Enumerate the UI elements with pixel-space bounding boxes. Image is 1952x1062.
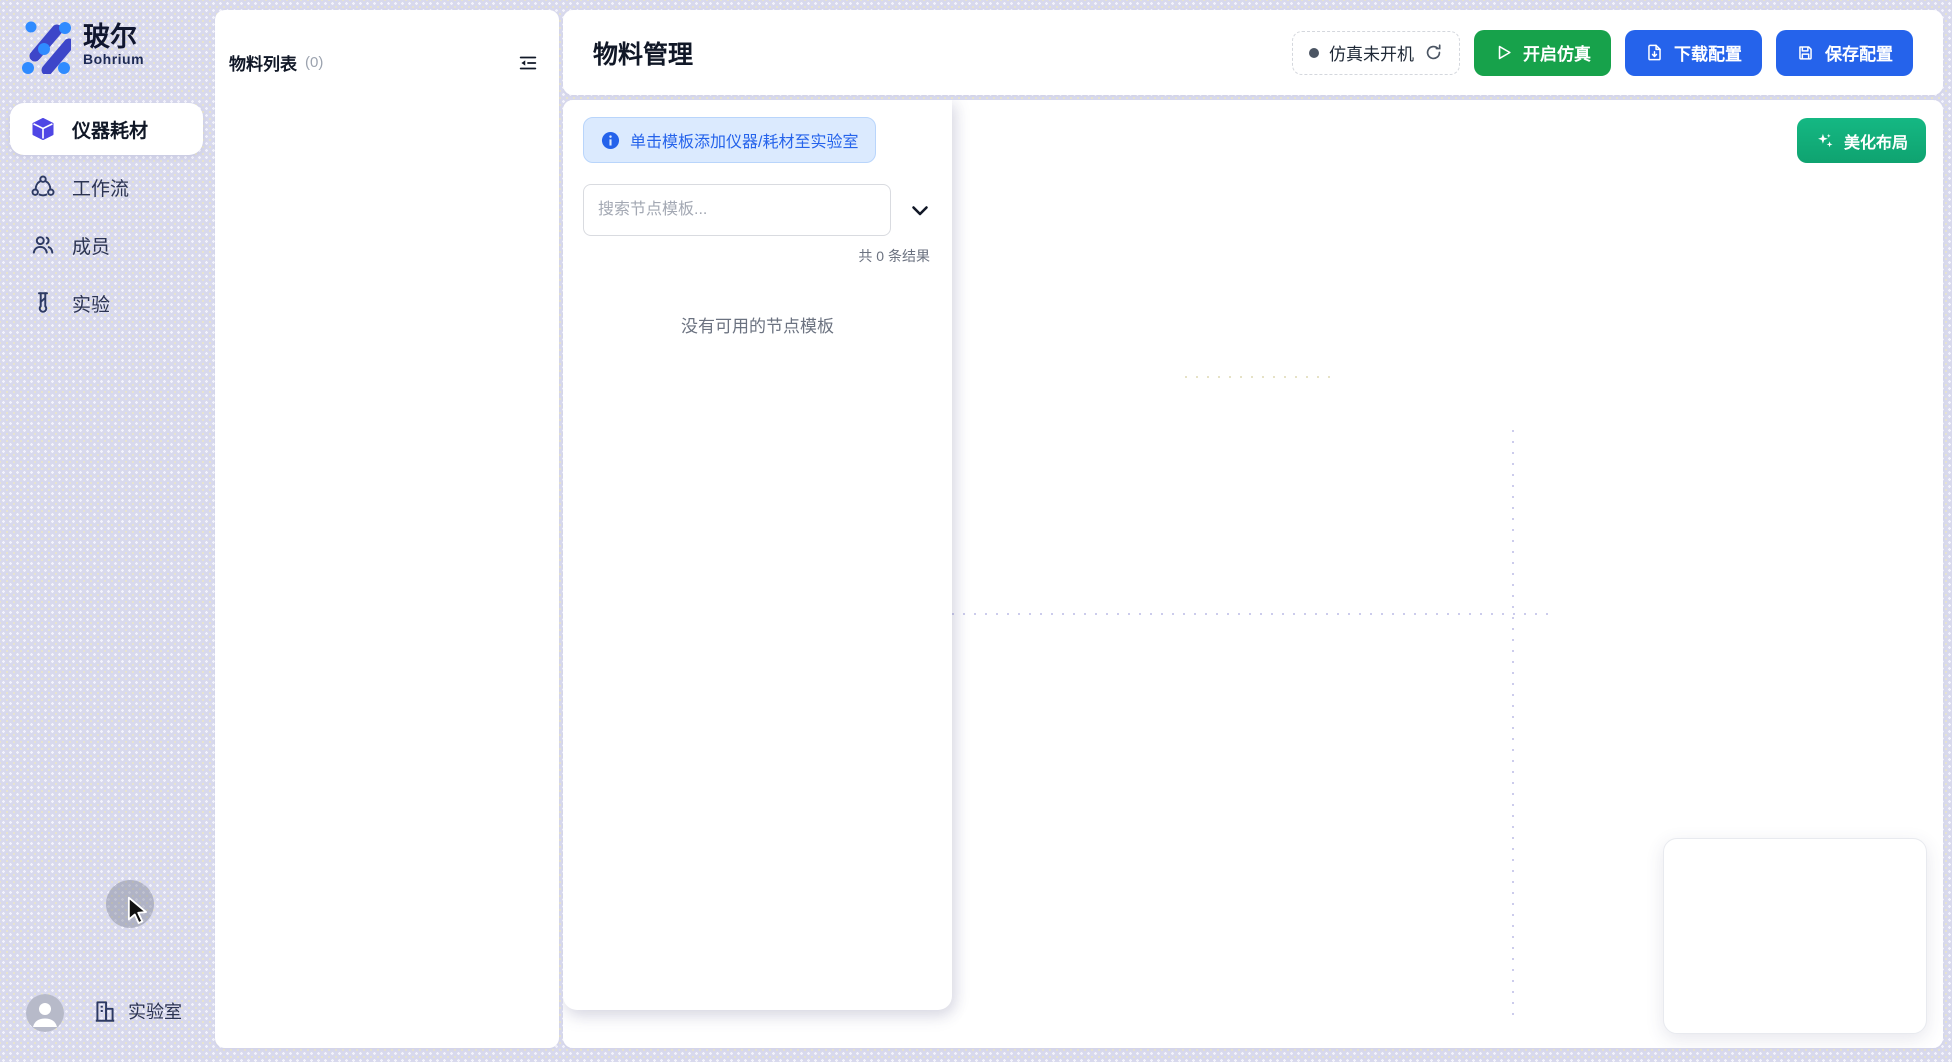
brand-logo[interactable]: 玻尔 Bohrium [13,16,144,74]
sidebar-item-members[interactable]: 成员 [10,219,203,271]
template-tip-text: 单击模板添加仪器/耗材至实验室 [630,128,858,152]
material-list-title: 物料列表 [229,50,297,75]
bohrium-logo-icon [13,16,71,74]
sidebar-item-label: 成员 [72,232,110,259]
download-config-button[interactable]: 下载配置 [1625,30,1762,76]
lab-link[interactable]: 实验室 [92,998,182,1024]
sidebar-item-experiments[interactable]: 实验 [10,277,203,329]
canvas-guide-vertical [1512,430,1514,1022]
cube-icon [30,116,56,142]
brand-subtitle: Bohrium [83,51,144,67]
template-panel: 单击模板添加仪器/耗材至实验室 共 0 条结果 没有可用的节点模板 [563,100,952,1010]
header-actions: 仿真未开机 开启仿真 下载配置 保存配置 [1292,30,1913,76]
simulation-status-label: 仿真未开机 [1329,40,1414,65]
info-icon [601,131,620,150]
lab-canvas[interactable]: 单击模板添加仪器/耗材至实验室 共 0 条结果 没有可用的节点模板 美化布局 [563,100,1943,1048]
simulation-status-chip[interactable]: 仿真未开机 [1292,31,1460,75]
chevron-down-icon[interactable] [908,198,932,222]
material-list-header: 物料列表 (0) [215,10,559,75]
workflow-icon [30,174,56,200]
page-title: 物料管理 [593,35,693,71]
play-icon [1494,43,1513,62]
test-tube-icon [30,290,56,316]
download-config-label: 下载配置 [1674,40,1742,65]
sparkles-icon [1815,131,1835,151]
template-search-row [583,184,932,236]
user-avatar-icon [26,994,64,1032]
sidebar-item-instruments[interactable]: 仪器耗材 [10,103,203,155]
canvas-guide-horizontal [952,613,1550,615]
refresh-icon[interactable] [1424,43,1443,62]
material-list-count: (0) [305,54,323,71]
page-header: 物料管理 仿真未开机 开启仿真 下载配置 [563,10,1943,95]
template-empty-text: 没有可用的节点模板 [563,312,952,337]
sidebar-footer: 实验室 [0,988,213,1040]
beautify-layout-button[interactable]: 美化布局 [1797,118,1926,163]
collapse-panel-icon[interactable] [517,52,539,74]
template-tip-banner: 单击模板添加仪器/耗材至实验室 [583,117,876,163]
canvas-guide-segment [1185,376,1335,378]
status-dot-icon [1309,48,1319,58]
sidebar-item-workflow[interactable]: 工作流 [10,161,203,213]
start-simulation-label: 开启仿真 [1523,40,1591,65]
save-config-label: 保存配置 [1825,40,1893,65]
sidebar-item-label: 实验 [72,290,110,317]
file-download-icon [1645,43,1664,62]
template-result-count: 共 0 条结果 [858,246,930,266]
members-icon [30,232,56,258]
save-config-button[interactable]: 保存配置 [1776,30,1913,76]
cursor-pointer [124,896,152,928]
material-list-panel: 物料列表 (0) [215,10,559,1048]
beautify-layout-label: 美化布局 [1844,129,1908,153]
sidebar-item-label: 仪器耗材 [72,116,148,143]
brand-name: 玻尔 [83,23,144,51]
start-simulation-button[interactable]: 开启仿真 [1474,30,1611,76]
minimap-panel[interactable] [1663,838,1927,1034]
template-search-input[interactable] [583,184,891,236]
sidebar-item-label: 工作流 [72,174,129,201]
brand-text: 玻尔 Bohrium [83,23,144,67]
save-icon [1796,43,1815,62]
sidebar-nav: 仪器耗材 工作流 成员 实验 [10,103,203,329]
building-icon [92,998,118,1024]
avatar[interactable] [26,994,64,1032]
lab-link-label: 实验室 [128,998,182,1024]
